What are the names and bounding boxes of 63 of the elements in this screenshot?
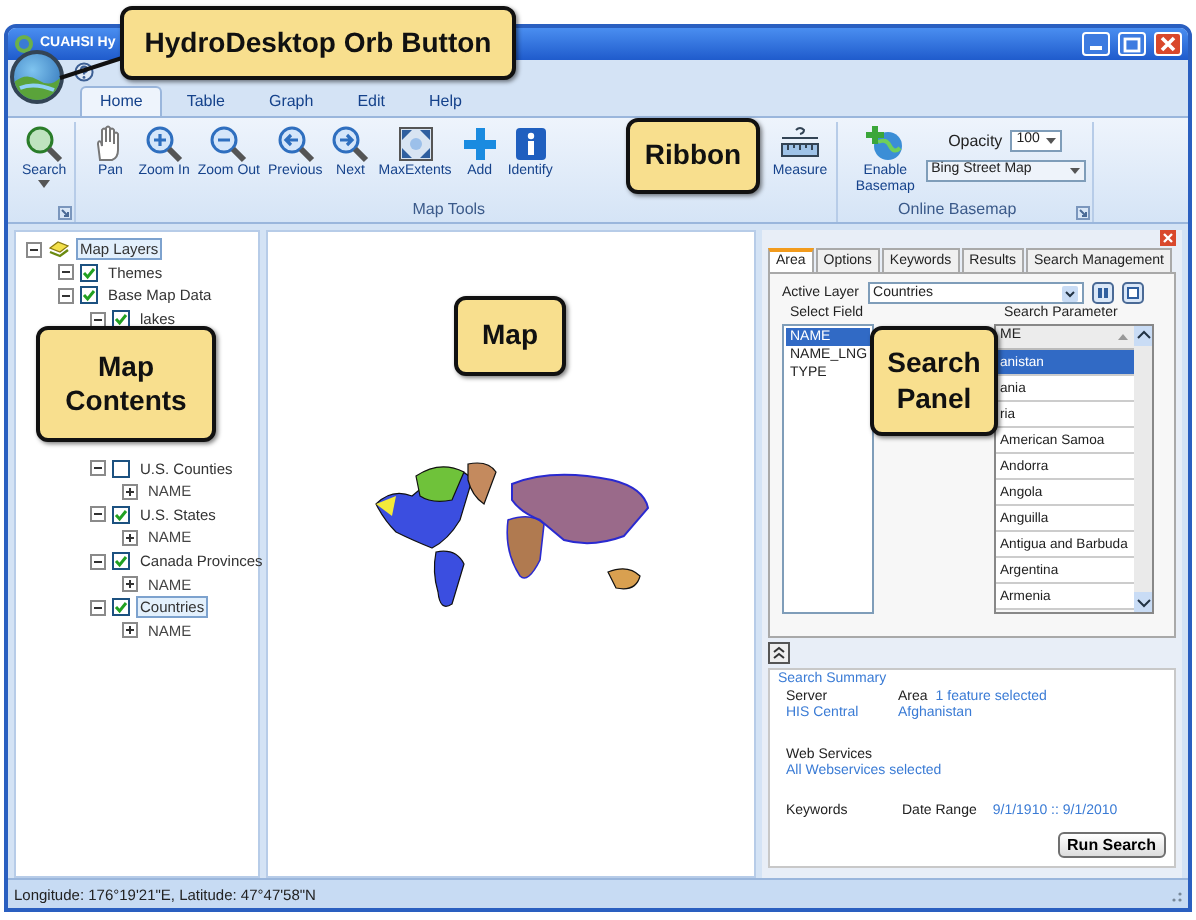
close-button[interactable] bbox=[1154, 32, 1182, 56]
globe-icon bbox=[865, 124, 906, 164]
full-extent-icon bbox=[395, 124, 436, 164]
ribbon-tab[interactable]: Edit bbox=[337, 86, 405, 116]
app-icon bbox=[14, 33, 34, 54]
group-label: Map Tools bbox=[410, 200, 488, 222]
group-label: Online Basemap bbox=[896, 200, 1019, 222]
back-arrow-icon bbox=[275, 124, 316, 164]
run-search-button[interactable]: Run Search bbox=[1057, 831, 1166, 859]
zoom-out-icon bbox=[208, 124, 249, 164]
close-icon[interactable] bbox=[1160, 230, 1176, 246]
checkbox[interactable] bbox=[112, 552, 130, 571]
callout-label: HydroDesktop Orb Button bbox=[120, 6, 516, 80]
collapse-icon[interactable] bbox=[26, 241, 42, 258]
caret-icon bbox=[1069, 168, 1080, 174]
scroll-up-icon[interactable] bbox=[1134, 325, 1152, 346]
help-icon[interactable] bbox=[74, 62, 94, 82]
callout-label: Map Contents bbox=[36, 326, 216, 442]
maximize-icon bbox=[1120, 34, 1144, 54]
maximize-button[interactable] bbox=[1118, 32, 1146, 56]
scroll-down-icon[interactable] bbox=[1134, 591, 1152, 612]
close-icon bbox=[1156, 34, 1180, 54]
expand-icon[interactable] bbox=[122, 622, 138, 639]
collapse-icon[interactable] bbox=[58, 264, 74, 281]
checkbox[interactable] bbox=[112, 459, 130, 478]
ribbon-tab[interactable]: Table bbox=[166, 86, 245, 116]
zoom-in-icon bbox=[144, 124, 185, 164]
forward-arrow-icon bbox=[330, 124, 371, 164]
minimize-button[interactable] bbox=[1082, 32, 1110, 56]
collapse-icon[interactable] bbox=[90, 506, 106, 523]
callout-label: Map bbox=[454, 296, 566, 376]
expand-icon[interactable] bbox=[122, 483, 138, 500]
plus-icon bbox=[459, 124, 500, 164]
collapse-button[interactable] bbox=[768, 642, 790, 665]
collapse-icon[interactable] bbox=[90, 553, 106, 570]
extent-icon[interactable] bbox=[1121, 282, 1144, 305]
sort-icon bbox=[1118, 333, 1128, 340]
collapse-icon[interactable] bbox=[90, 599, 106, 616]
leader-line bbox=[56, 56, 124, 80]
collapse-icon[interactable] bbox=[90, 311, 106, 328]
expand-icon[interactable] bbox=[122, 529, 138, 546]
collapse-icon[interactable] bbox=[58, 287, 74, 304]
opacity-label: Opacity bbox=[948, 131, 1003, 151]
scrollbar[interactable] bbox=[1134, 325, 1152, 612]
callout-label: Search Panel bbox=[870, 326, 998, 436]
info-icon bbox=[510, 124, 551, 164]
checkbox[interactable] bbox=[112, 598, 130, 617]
search-icon bbox=[24, 124, 65, 164]
checkbox[interactable] bbox=[112, 505, 130, 524]
checkbox[interactable] bbox=[80, 263, 98, 282]
caret-icon bbox=[1061, 285, 1078, 302]
layers-icon bbox=[48, 240, 70, 259]
ribbon-tab[interactable]: Graph bbox=[248, 86, 334, 116]
dialog-launcher-icon[interactable] bbox=[58, 206, 73, 220]
ribbon-tab[interactable]: Help bbox=[409, 86, 482, 116]
ribbon-tab[interactable]: Home bbox=[80, 86, 163, 116]
expand-icon[interactable] bbox=[122, 576, 138, 593]
checkbox[interactable] bbox=[80, 286, 98, 305]
checkbox[interactable] bbox=[112, 310, 130, 329]
callout-label: Ribbon bbox=[626, 118, 760, 194]
dialog-launcher-icon[interactable] bbox=[1075, 206, 1090, 220]
collapse-icon[interactable] bbox=[90, 460, 106, 477]
caret-icon bbox=[1046, 138, 1057, 144]
